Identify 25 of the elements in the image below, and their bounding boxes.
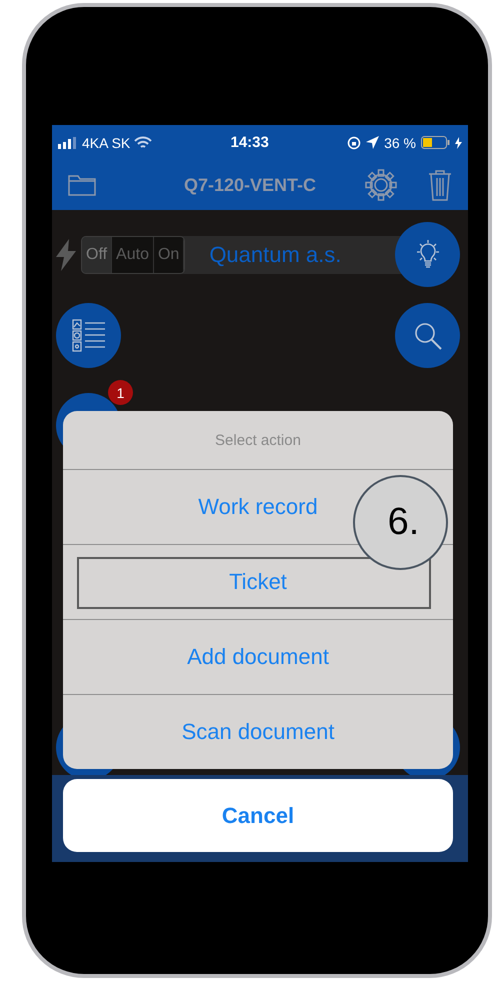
signal-icon	[58, 136, 78, 148]
cancel-button[interactable]: Cancel	[63, 779, 453, 852]
battery-icon	[421, 136, 450, 149]
mode-segment[interactable]: Off	[82, 236, 112, 272]
location-arrow-icon	[366, 136, 380, 149]
status-time: 14:33	[229, 134, 270, 151]
nav-title: Q7-120-VENT-C	[182, 174, 318, 196]
charging-icon	[455, 136, 462, 148]
lightning-icon	[56, 238, 76, 270]
trash-icon[interactable]	[428, 169, 452, 201]
company-name: Quantum a.s.	[209, 242, 342, 268]
settings-icon[interactable]	[364, 168, 398, 202]
action-item[interactable]: Add document	[63, 619, 453, 694]
wifi-icon	[134, 136, 152, 149]
mode-segment[interactable]: Auto	[112, 236, 154, 272]
rotation-lock-icon	[347, 136, 362, 150]
notification-badge: 1	[108, 380, 133, 405]
mode-segment[interactable]: On	[154, 236, 184, 272]
battery-percent: 36 %	[384, 134, 416, 150]
list-icon	[72, 318, 106, 352]
folder-icon[interactable]	[68, 174, 96, 196]
action-item[interactable]: Scan document	[63, 694, 453, 769]
sheet-title: Select action	[215, 432, 301, 448]
search-icon	[412, 320, 442, 350]
carrier-name: 4KA SK	[82, 134, 130, 150]
